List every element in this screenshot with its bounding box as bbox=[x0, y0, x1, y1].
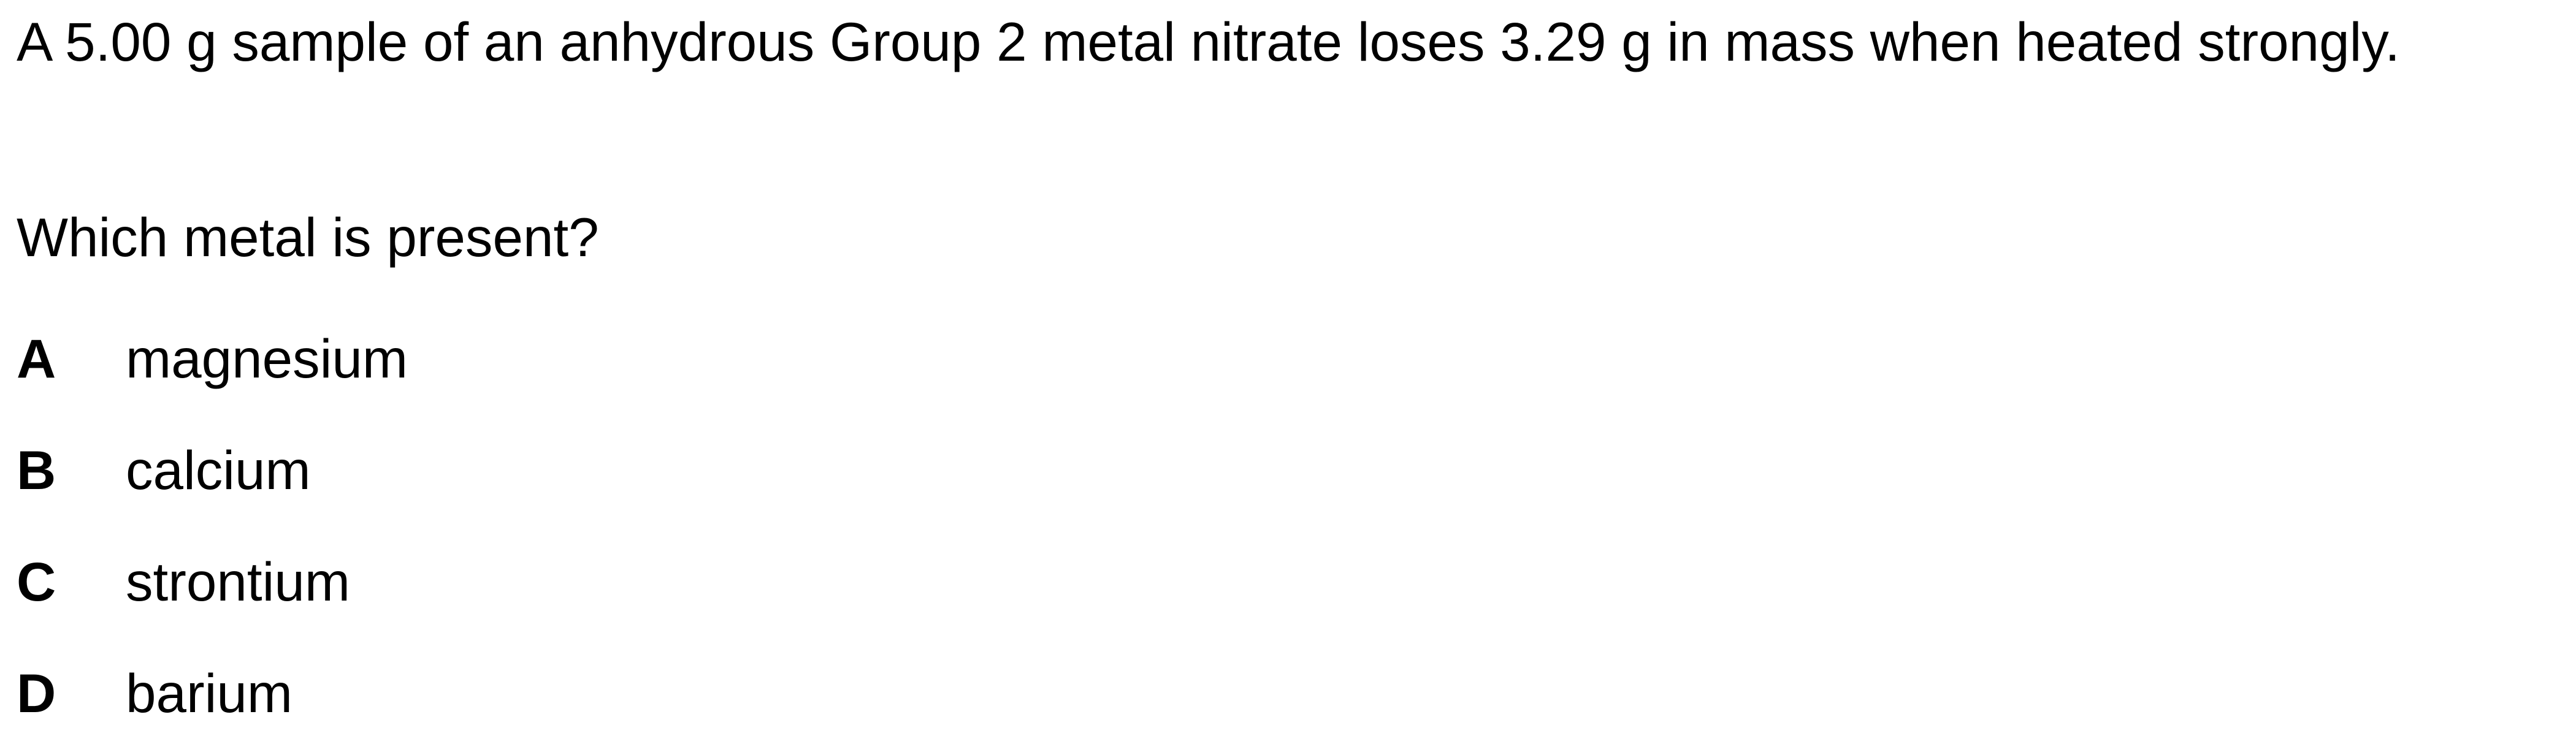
exam-question: A 5.00 g sample of an anhydrous Group 2 … bbox=[0, 0, 2576, 736]
option-letter: B bbox=[17, 439, 56, 501]
question-stem: A 5.00 g sample of an anhydrous Group 2 … bbox=[17, 11, 2400, 72]
option-text: magnesium bbox=[126, 328, 408, 389]
option-letter: C bbox=[17, 551, 56, 612]
option-letter: A bbox=[17, 328, 56, 389]
question-prompt: Which metal is present? bbox=[17, 207, 599, 268]
option-text: barium bbox=[126, 662, 293, 724]
option-text: calcium bbox=[126, 439, 311, 501]
option-letter: D bbox=[17, 662, 56, 724]
option-text: strontium bbox=[126, 551, 350, 612]
